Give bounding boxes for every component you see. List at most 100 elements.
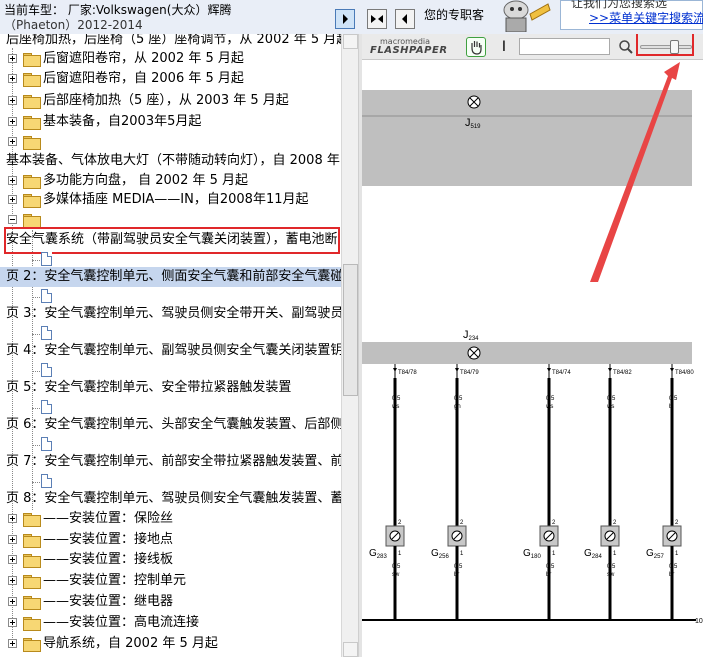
scroll-down-icon[interactable] bbox=[343, 642, 358, 657]
search-icon[interactable] bbox=[618, 39, 634, 55]
expand-icon[interactable] bbox=[8, 137, 17, 146]
tree-item-label: 导航系统，自 2002 年 5 月起 bbox=[43, 636, 218, 651]
tree-item-label: 页 4：安全气囊控制单元、副驾驶员侧安全气囊关闭装置钥 bbox=[6, 343, 341, 358]
expand-icon[interactable] bbox=[8, 535, 17, 544]
document-icon[interactable] bbox=[41, 363, 52, 377]
tree-item-folder[interactable]: 后窗遮阳卷帘，从 2002 年 5 月起 bbox=[0, 49, 341, 69]
expand-icon[interactable] bbox=[8, 74, 17, 83]
expand-icon[interactable] bbox=[8, 54, 17, 63]
expand-icon[interactable] bbox=[8, 597, 17, 606]
folder-icon bbox=[23, 534, 41, 548]
expand-icon[interactable] bbox=[8, 176, 17, 185]
tree-item-label: 后座椅加热，后座椅（5 座）座椅调节，从 2002 年 5 月起 bbox=[6, 34, 341, 47]
tree-item-folder[interactable]: 后窗遮阳卷帘，自 2006 年 5 月起 bbox=[0, 69, 341, 89]
pin-number: 1 bbox=[460, 551, 464, 557]
tree-item-label: 后窗遮阳卷帘，自 2006 年 5 月起 bbox=[43, 71, 244, 86]
expand-icon[interactable] bbox=[8, 96, 17, 105]
tree-item-label: 页 8：安全气囊控制单元、驾驶员侧安全气囊触发装置、蓄 bbox=[6, 491, 341, 506]
expand-icon[interactable] bbox=[8, 639, 17, 648]
wire-color-label: sw bbox=[607, 572, 615, 578]
highlight-box bbox=[636, 34, 694, 56]
document-icon[interactable] bbox=[41, 400, 52, 414]
tree-item-folder[interactable] bbox=[0, 132, 341, 152]
arrow-right-icon bbox=[343, 14, 348, 24]
tree-item-label: ——安装位置：接地点 bbox=[43, 532, 174, 547]
pin-number: 1 bbox=[552, 551, 556, 557]
pin-number: 1 bbox=[613, 551, 617, 557]
folder-icon bbox=[23, 116, 41, 130]
tree-item-label: 页 6：安全气囊控制单元、头部安全气囊触发装置、后部侧 bbox=[6, 417, 341, 432]
tree-item-folder[interactable]: 基本装备，自2003年5月起 bbox=[0, 112, 341, 132]
wire-size-label: 0,5 bbox=[546, 396, 555, 402]
wire-size-label: 0,5 bbox=[392, 396, 401, 402]
collapse-icon[interactable] bbox=[8, 215, 17, 224]
tree-item-folder[interactable]: 多媒体插座 MEDIA——IN，自2008年11月起 bbox=[0, 190, 341, 210]
expand-icon[interactable] bbox=[8, 514, 17, 523]
ad-search-link[interactable]: >>菜单关键字搜索流 bbox=[589, 9, 703, 26]
tree-scrollbar[interactable] bbox=[341, 34, 358, 657]
split-view-button[interactable] bbox=[367, 9, 387, 29]
current-car-model: 当前车型： 厂家:Volkswagen(大众）辉腾 bbox=[4, 3, 232, 17]
tree-item-folder[interactable]: 后部座椅加热（5 座），从 2003 年 5 月起 bbox=[0, 91, 341, 111]
pin-number: 2 bbox=[460, 520, 464, 526]
connector-arrow-icon bbox=[670, 368, 674, 372]
document-icon[interactable] bbox=[41, 252, 52, 266]
document-icon[interactable] bbox=[41, 289, 52, 303]
pin-number: 1 bbox=[675, 551, 679, 557]
document-icon[interactable] bbox=[41, 326, 52, 340]
folder-icon bbox=[23, 638, 41, 652]
hand-icon bbox=[471, 41, 482, 55]
tree-item-folder[interactable]: 导航系统，自 2002 年 5 月起 bbox=[0, 634, 341, 654]
arrow-left-icon bbox=[402, 14, 407, 24]
split-arrows-icon bbox=[371, 15, 383, 23]
connector-arrow-icon bbox=[393, 368, 397, 372]
ad-box: 让我们为您搜索选 >>菜单关键字搜索流 bbox=[560, 0, 703, 30]
pin-label: T84/82 bbox=[613, 370, 632, 376]
wire-color-label: br bbox=[454, 572, 459, 578]
tree-item-label: 页 3：安全气囊控制单元、驾驶员侧安全带开关、副驾驶员 bbox=[6, 306, 341, 321]
tree-item-folder[interactable]: ——安装位置：接线板 bbox=[0, 550, 341, 570]
tree-item-folder[interactable]: ——安装位置：控制单元 bbox=[0, 571, 341, 591]
back-button[interactable] bbox=[395, 9, 415, 29]
wire-size-label: 0,5 bbox=[454, 564, 463, 570]
wire-color-label: sw bbox=[392, 572, 400, 578]
tree-item-folder[interactable]: ——安装位置：高电流连接 bbox=[0, 613, 341, 633]
tree-item-label: 多媒体插座 MEDIA——IN，自2008年11月起 bbox=[43, 192, 309, 207]
expand-icon[interactable] bbox=[8, 618, 17, 627]
tree-item-folder[interactable]: ——安装位置：继电器 bbox=[0, 592, 341, 612]
tree-item-label: ——安装位置：接线板 bbox=[43, 552, 174, 567]
component-band-top bbox=[362, 90, 692, 186]
tree-item-page-2[interactable]: 页 2：安全气囊控制单元、侧面安全气囊和前部安全气囊碰 bbox=[0, 267, 341, 287]
scrollbar-thumb[interactable] bbox=[343, 264, 358, 396]
expand-icon[interactable] bbox=[8, 555, 17, 564]
folder-icon bbox=[23, 95, 41, 109]
collapse-tree-button[interactable] bbox=[335, 9, 355, 29]
hand-tool-button[interactable] bbox=[466, 37, 486, 57]
search-input[interactable] bbox=[519, 38, 610, 55]
expand-icon[interactable] bbox=[8, 576, 17, 585]
tree-item-folder[interactable]: 多功能方向盘， 自 2002 年 5 月起 bbox=[0, 171, 341, 191]
text-select-tool[interactable]: I bbox=[498, 37, 510, 57]
component-label-j234: J234 bbox=[463, 329, 479, 342]
folder-icon bbox=[23, 554, 41, 568]
folder-icon bbox=[23, 175, 41, 189]
component-label-g180: G180 bbox=[523, 548, 541, 560]
tree-item-label: 后窗遮阳卷帘，从 2002 年 5 月起 bbox=[43, 51, 244, 66]
tree-item-label: 基本装备，自2003年5月起 bbox=[43, 114, 202, 129]
tree-item-folder[interactable]: ——安装位置：保险丝 bbox=[0, 509, 341, 529]
expand-icon[interactable] bbox=[8, 195, 17, 204]
folder-open-icon bbox=[23, 214, 41, 228]
wire-color-label: br bbox=[546, 572, 551, 578]
tree-item-folder[interactable]: ——安装位置：接地点 bbox=[0, 530, 341, 550]
wire-size-label: 0,5 bbox=[454, 396, 463, 402]
wire-size-label: 0,5 bbox=[669, 564, 678, 570]
expand-icon[interactable] bbox=[8, 117, 17, 126]
pin-label: T84/78 bbox=[398, 370, 417, 376]
tree-item-label: ——安装位置：保险丝 bbox=[43, 511, 174, 526]
tree-item-label: ——安装位置：高电流连接 bbox=[43, 615, 200, 630]
scroll-up-icon[interactable] bbox=[343, 34, 358, 49]
document-icon[interactable] bbox=[41, 437, 52, 451]
folder-icon bbox=[23, 575, 41, 589]
wire-size-label: 0,5 bbox=[669, 396, 678, 402]
document-icon[interactable] bbox=[41, 474, 52, 488]
